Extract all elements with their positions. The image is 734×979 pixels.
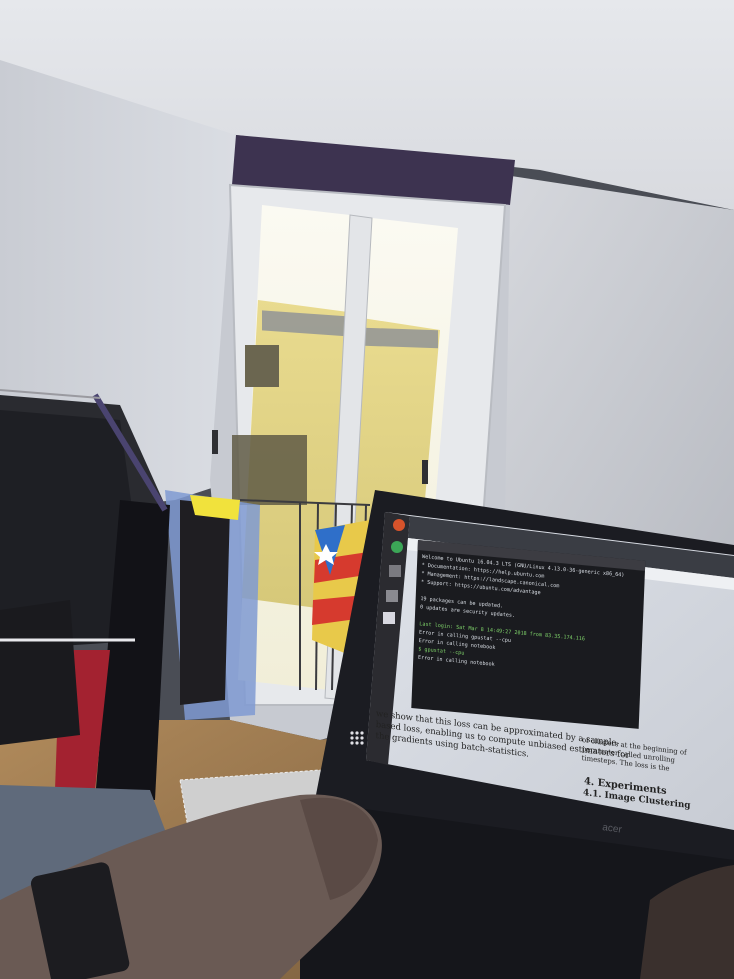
terminal-launcher-icon[interactable] [386, 590, 398, 602]
building-window [245, 345, 279, 387]
photo-scene: Welcome to Ubuntu 16.04.3 LTS (GNU/Linux… [0, 0, 734, 979]
firefox-icon[interactable] [393, 519, 405, 531]
scene-drawing: Welcome to Ubuntu 16.04.3 LTS (GNU/Linux… [0, 0, 734, 979]
door-handle-left [212, 430, 218, 454]
roof-tiles-right [360, 327, 438, 349]
building-grille [232, 435, 307, 505]
text-editor-icon[interactable] [383, 612, 395, 624]
right-wall [505, 175, 734, 560]
chrome-icon[interactable] [391, 541, 403, 553]
app-grid-icon[interactable] [350, 731, 364, 745]
files-icon[interactable] [389, 565, 401, 577]
door-handle-right [422, 460, 428, 484]
